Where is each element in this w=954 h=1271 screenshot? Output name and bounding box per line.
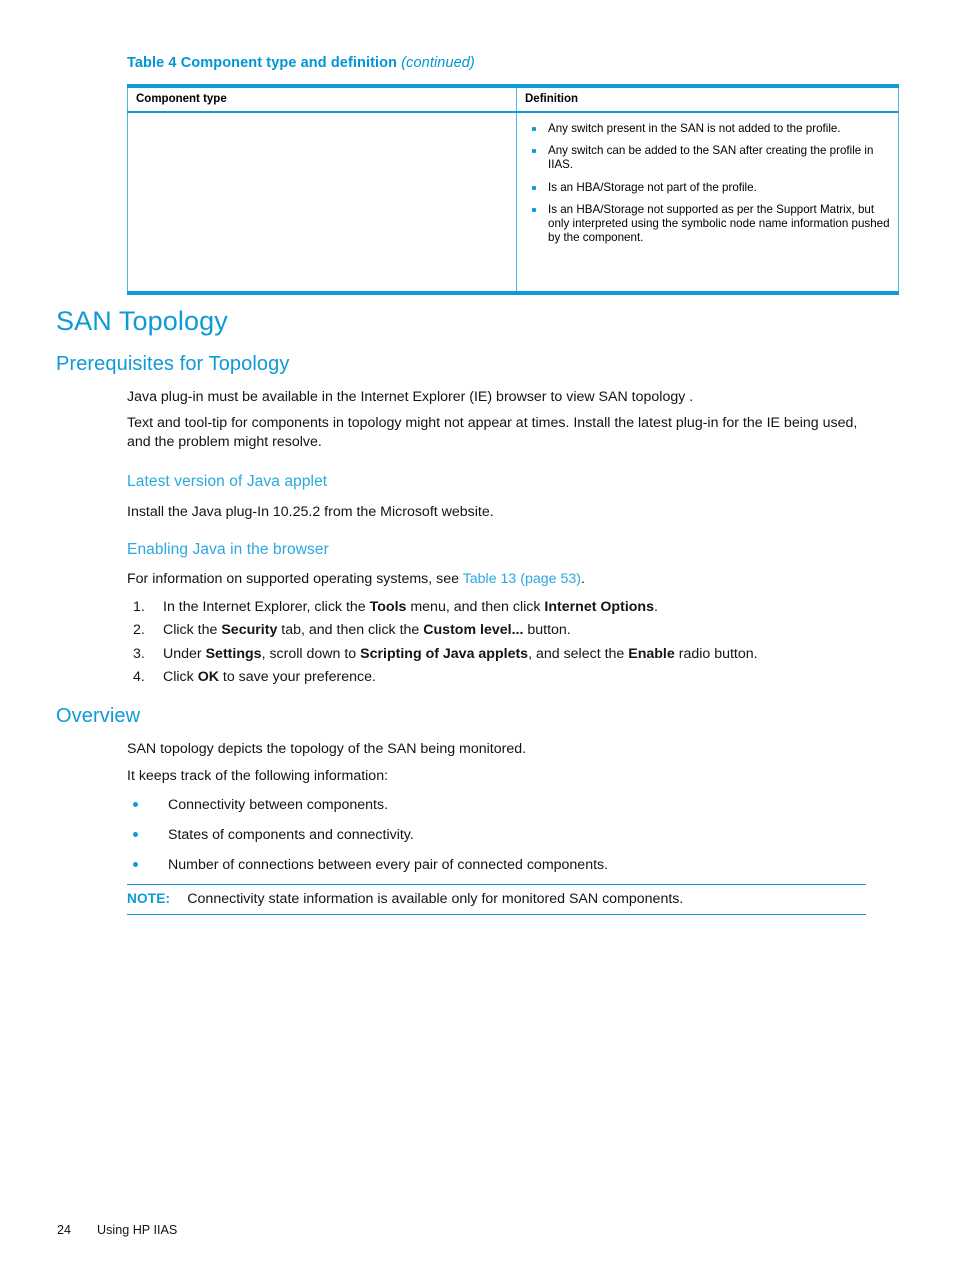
step-text-part: Click	[163, 669, 198, 686]
overview-paragraph-1: SAN topology depicts the topology of the…	[127, 741, 527, 757]
step-text-bold: Security	[221, 622, 278, 639]
step-text-bold: Custom level...	[423, 622, 524, 639]
table-caption-main: Table 4 Component type and definition	[127, 55, 398, 71]
table-caption-continued: (continued)	[401, 55, 475, 71]
step-text-part: Click the	[163, 622, 222, 639]
section-heading-prerequisites: Prerequisites for Topology	[56, 353, 290, 375]
step-text-bold: Tools	[369, 599, 407, 615]
list-item: States of components and connectivity.	[127, 826, 872, 845]
java-applet-paragraph: Install the Java plug-In 10.25.2 from th…	[127, 504, 494, 520]
overview-bullet-list: Connectivity between components. States …	[127, 796, 872, 886]
table-header: Component type Definition	[127, 86, 899, 113]
component-type-table: Component type Definition Any switch pre…	[127, 84, 899, 295]
list-item: Is an HBA/Storage not supported as per t…	[523, 203, 892, 246]
step-text-part: menu, and then click	[406, 599, 545, 615]
step-text-bold: Enable	[628, 645, 675, 662]
list-item: 1. In the Internet Explorer, click the To…	[127, 596, 872, 619]
column-header-definition: Definition	[516, 86, 899, 113]
cell-definition: Any switch present in the SAN is not add…	[517, 112, 899, 293]
document-page: Table 4 Component type and definition (c…	[0, 0, 954, 1271]
footer-doc-title: Using HP IIAS	[97, 1223, 178, 1237]
footer-page-number: 24	[57, 1223, 72, 1237]
subsection-heading-java-applet: Latest version of Java applet	[127, 473, 328, 490]
step-text-bold: Settings	[205, 645, 262, 662]
section-heading-san-topology: SAN Topology	[56, 306, 228, 336]
step-text-bold: OK	[197, 669, 219, 686]
step-text-part: tab, and then click the	[277, 622, 424, 639]
step-text-part: , scroll down to	[261, 645, 361, 662]
step-text-part: In the Internet Explorer, click the	[163, 599, 370, 615]
list-item: Is an HBA/Storage not part of the profil…	[523, 181, 892, 195]
step-number: 4.	[133, 669, 145, 686]
step-text-part: to save your preference.	[218, 669, 376, 686]
table-caption: Table 4 Component type and definition (c…	[127, 55, 475, 71]
list-item: Any switch can be added to the SAN after…	[523, 144, 892, 172]
table-body: Any switch present in the SAN is not add…	[127, 112, 899, 293]
list-item: Any switch present in the SAN is not add…	[523, 122, 892, 136]
step-text-part: , and select the	[528, 645, 629, 662]
column-header-component-type: Component type	[127, 86, 517, 113]
step-text-part: button.	[523, 622, 571, 639]
list-item: 4. Click OK to save your preference.	[127, 666, 872, 689]
intro-text-before-link: For information on supported operating s…	[127, 571, 463, 587]
step-number: 3.	[133, 645, 145, 662]
step-number: 2.	[133, 622, 145, 639]
note-label: NOTE:	[127, 891, 171, 906]
page-footer: 24 Using HP IIAS	[57, 1223, 177, 1237]
section-heading-overview: Overview	[56, 705, 141, 727]
enabling-java-intro: For information on supported operating s…	[127, 570, 867, 589]
step-text-part: Under	[163, 645, 206, 662]
note-callout: NOTE: Connectivity state information is a…	[127, 884, 866, 915]
list-item: 2. Click the Security tab, and then click…	[127, 619, 872, 642]
note-text: Connectivity state information is availa…	[187, 891, 684, 907]
cell-component-type-empty	[127, 112, 517, 293]
table-header-row: Component type Definition	[127, 86, 899, 113]
subsection-heading-enabling-java: Enabling Java in the browser	[127, 541, 329, 558]
prerequisites-paragraph-1: Java plug-in must be available in the In…	[127, 389, 694, 405]
step-text-part: .	[653, 599, 658, 615]
overview-paragraph-2: It keeps track of the following informat…	[127, 768, 389, 784]
cross-reference-link-table-13[interactable]: Table 13 (page 53)	[463, 571, 581, 587]
prerequisites-paragraph-2: Text and tool-tip for components in topo…	[127, 415, 858, 450]
step-text-part: radio button.	[674, 645, 758, 662]
enabling-java-steps: 1. In the Internet Explorer, click the To…	[127, 596, 872, 690]
step-text-bold: Scripting of Java applets	[360, 645, 529, 662]
list-item: Number of connections between every pair…	[127, 856, 872, 875]
list-item: 3. Under Settings, scroll down to Scripti…	[127, 643, 872, 666]
definition-bullet-list: Any switch present in the SAN is not add…	[523, 122, 892, 245]
step-text-bold: Internet Options	[544, 599, 654, 615]
table-row: Any switch present in the SAN is not add…	[127, 112, 899, 293]
step-number: 1.	[133, 599, 145, 615]
list-item: Connectivity between components.	[127, 796, 872, 815]
intro-text-after-link: .	[581, 571, 585, 587]
